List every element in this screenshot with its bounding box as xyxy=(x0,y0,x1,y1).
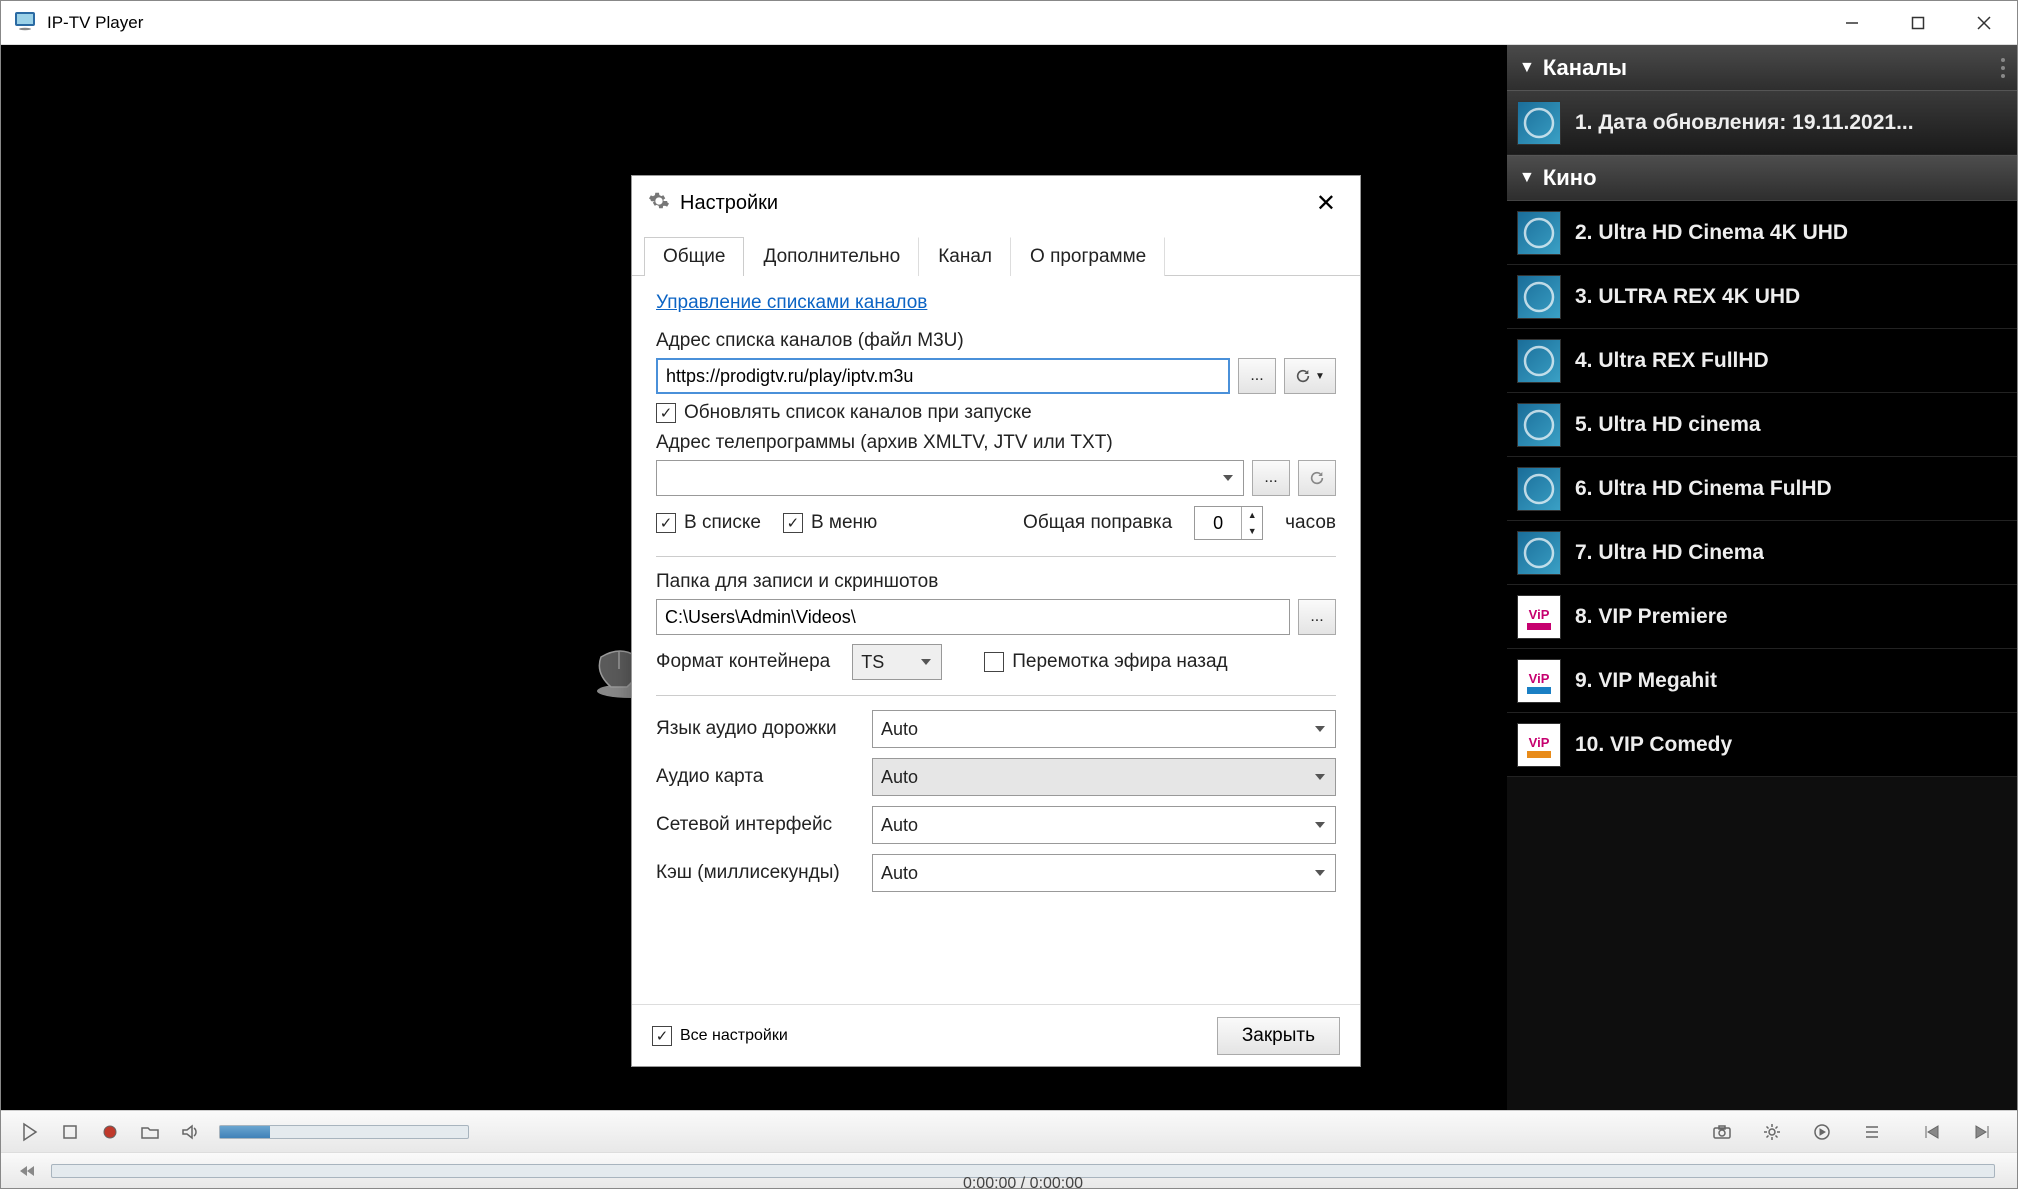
channel-thumb-icon xyxy=(1517,211,1561,255)
net-if-label: Сетевой интерфейс xyxy=(656,814,856,836)
volume-slider[interactable] xyxy=(219,1125,469,1139)
rec-folder-input[interactable] xyxy=(656,599,1290,635)
channel-thumb-icon xyxy=(1517,531,1561,575)
tab-about[interactable]: О программе xyxy=(1011,237,1165,276)
prev-track-button[interactable] xyxy=(1915,1118,1949,1146)
epg-combobox[interactable] xyxy=(656,460,1244,496)
svg-text:ViP: ViP xyxy=(1529,607,1550,622)
list-item[interactable]: 3. ULTRA REX 4K UHD xyxy=(1507,265,2017,329)
stop-button[interactable] xyxy=(53,1118,87,1146)
next-track-button[interactable] xyxy=(1965,1118,1999,1146)
channel-thumb-icon xyxy=(1517,101,1561,145)
cache-label: Кэш (миллисекунды) xyxy=(656,862,856,884)
playlist-button[interactable] xyxy=(1855,1118,1889,1146)
chevron-down-icon: ▼ xyxy=(1519,59,1535,77)
schedule-button[interactable] xyxy=(1805,1118,1839,1146)
time-display: 0:00:00 / 0:00:00 xyxy=(963,1175,1083,1193)
channel-thumb-icon xyxy=(1517,339,1561,383)
sidebar-header[interactable]: ▼ Каналы xyxy=(1507,45,2017,91)
tab-general[interactable]: Общие xyxy=(644,237,744,276)
screenshot-button[interactable] xyxy=(1705,1118,1739,1146)
m3u-input[interactable] xyxy=(656,358,1230,394)
menu-dots-icon[interactable] xyxy=(2001,58,2005,78)
svg-text:ViP: ViP xyxy=(1529,735,1550,750)
refresh-m3u-button[interactable]: ▼ xyxy=(1284,358,1336,394)
channel-thumb-icon xyxy=(1517,275,1561,319)
rewind-checkbox[interactable] xyxy=(984,652,1004,672)
chevron-down-icon: ▼ xyxy=(1519,169,1535,187)
open-button[interactable] xyxy=(133,1118,167,1146)
update-on-start-checkbox[interactable]: ✓ xyxy=(656,403,676,423)
list-item[interactable]: 1. Дата обновления: 19.11.2021... xyxy=(1507,91,2017,155)
in-list-checkbox[interactable]: ✓ xyxy=(656,513,676,533)
list-item[interactable]: 4. Ultra REX FullHD xyxy=(1507,329,2017,393)
tab-advanced[interactable]: Дополнительно xyxy=(744,237,919,276)
all-settings-checkbox[interactable]: ✓ xyxy=(652,1026,672,1046)
channel-thumb-icon xyxy=(1517,467,1561,511)
seek-bar: 0:00:00 / 0:00:00 xyxy=(1,1152,2017,1188)
tabs: Общие Дополнительно Канал О программе xyxy=(632,230,1360,276)
list-item[interactable]: 5. Ultra HD cinema xyxy=(1507,393,2017,457)
dialog-title: Настройки xyxy=(680,192,778,215)
offset-label: Общая поправка xyxy=(1023,512,1172,534)
in-menu-checkbox[interactable]: ✓ xyxy=(783,513,803,533)
settings-button[interactable] xyxy=(1755,1118,1789,1146)
browse-m3u-button[interactable]: ... xyxy=(1238,358,1276,394)
control-bar xyxy=(1,1110,2017,1152)
sidebar-group[interactable]: ▼ Кино xyxy=(1507,155,2017,201)
audio-card-label: Аудио карта xyxy=(656,766,856,788)
net-if-select[interactable]: Auto xyxy=(872,806,1336,844)
settings-dialog: Настройки ✕ Общие Дополнительно Канал О … xyxy=(631,175,1361,1067)
container-select[interactable]: TS xyxy=(852,644,942,680)
m3u-label: Адрес списка каналов (файл M3U) xyxy=(656,330,1336,352)
browse-folder-button[interactable]: ... xyxy=(1298,599,1336,635)
container-label: Формат контейнера xyxy=(656,651,830,673)
maximize-button[interactable] xyxy=(1885,1,1951,45)
record-button[interactable] xyxy=(93,1118,127,1146)
rec-folder-label: Папка для записи и скриншотов xyxy=(656,571,1336,593)
minimize-button[interactable] xyxy=(1819,1,1885,45)
channel-sidebar: ▼ Каналы 1. Дата обновления: 19.11.2021.… xyxy=(1507,45,2017,1110)
close-button[interactable] xyxy=(1951,1,2017,45)
refresh-epg-button[interactable] xyxy=(1298,460,1336,496)
manage-lists-link[interactable]: Управление списками каналов xyxy=(656,292,927,314)
cache-select[interactable]: Auto xyxy=(872,854,1336,892)
audio-card-select[interactable]: Auto xyxy=(872,758,1336,796)
update-on-start-label: Обновлять список каналов при запуске xyxy=(684,402,1032,424)
svg-text:ViP: ViP xyxy=(1529,671,1550,686)
titlebar: IP-TV Player xyxy=(1,1,2017,45)
vip-thumb-icon: ViP xyxy=(1517,723,1561,767)
epg-label: Адрес телепрограммы (архив XMLTV, JTV ил… xyxy=(656,432,1336,454)
list-item[interactable]: ViP8. VIP Premiere xyxy=(1507,585,2017,649)
app-title: IP-TV Player xyxy=(47,13,143,33)
app-icon xyxy=(13,8,37,37)
dialog-close-button[interactable]: ✕ xyxy=(1308,185,1344,222)
vip-thumb-icon: ViP xyxy=(1517,659,1561,703)
play-button[interactable] xyxy=(13,1118,47,1146)
tab-channel[interactable]: Канал xyxy=(919,237,1011,276)
browse-epg-button[interactable]: ... xyxy=(1252,460,1290,496)
audio-lang-select[interactable]: Auto xyxy=(872,710,1336,748)
list-item[interactable]: ViP9. VIP Megahit xyxy=(1507,649,2017,713)
audio-lang-label: Язык аудио дорожки xyxy=(656,718,856,740)
list-item[interactable]: 6. Ultra HD Cinema FulHD xyxy=(1507,457,2017,521)
list-item[interactable]: 2. Ultra HD Cinema 4K UHD xyxy=(1507,201,2017,265)
channel-thumb-icon xyxy=(1517,403,1561,447)
list-item[interactable]: 7. Ultra HD Cinema xyxy=(1507,521,2017,585)
gear-icon xyxy=(648,190,670,217)
volume-icon[interactable] xyxy=(173,1118,207,1146)
offset-unit: часов xyxy=(1285,512,1336,534)
list-item[interactable]: ViP10. VIP Comedy xyxy=(1507,713,2017,777)
close-dialog-button[interactable]: Закрыть xyxy=(1217,1017,1340,1055)
offset-spinner[interactable]: ▲▼ xyxy=(1194,506,1263,540)
vip-thumb-icon: ViP xyxy=(1517,595,1561,639)
seek-back-button[interactable] xyxy=(13,1160,39,1182)
video-area[interactable]: Настройки ✕ Общие Дополнительно Канал О … xyxy=(1,45,1507,1110)
